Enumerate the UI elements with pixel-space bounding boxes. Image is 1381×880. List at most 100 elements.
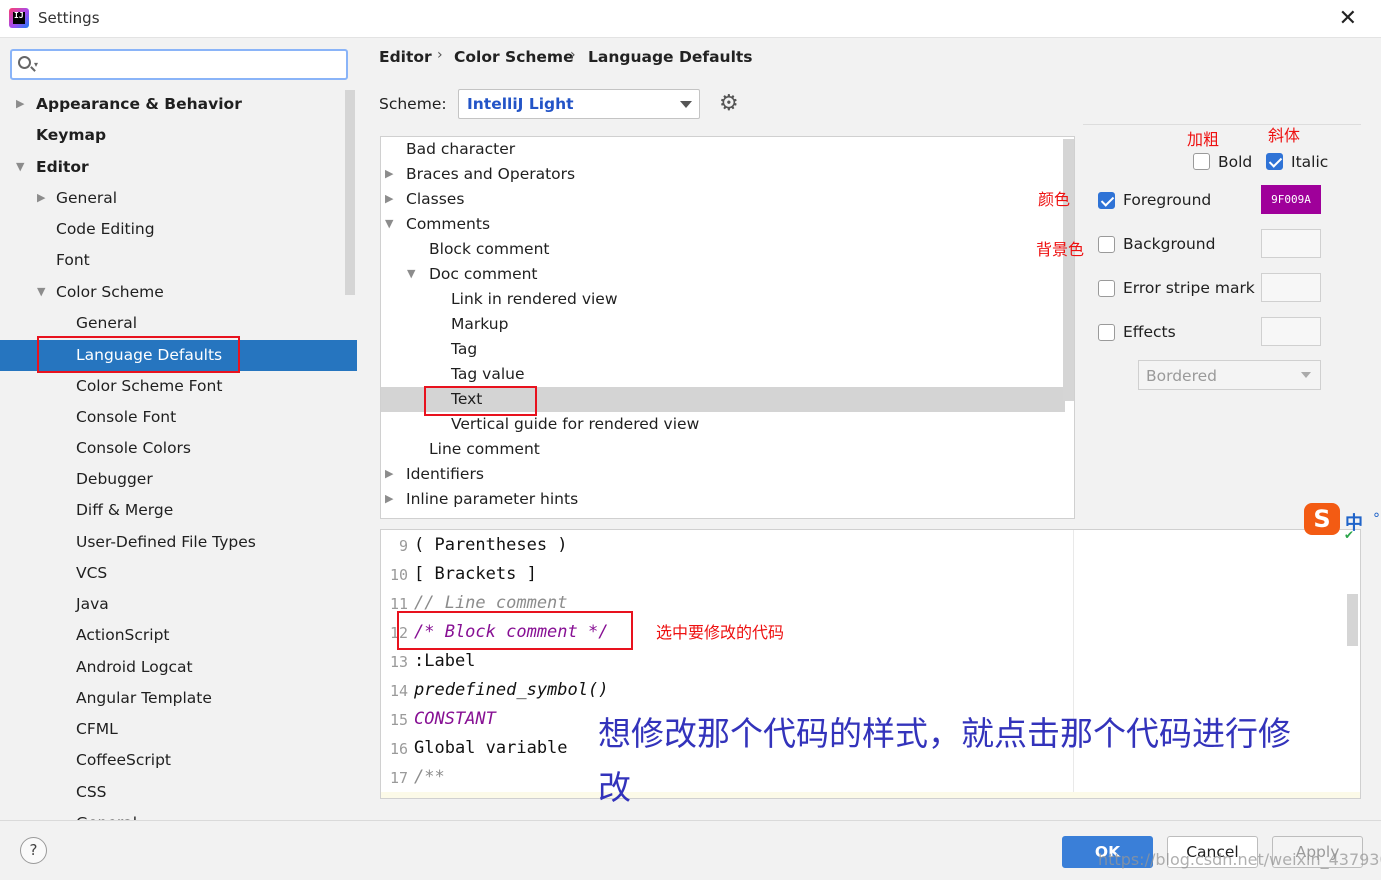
sidebar-item-appearance-behavior[interactable]: Appearance & Behavior [36, 89, 242, 120]
foreground-checkbox[interactable] [1098, 192, 1115, 209]
sidebar-item-css[interactable]: CSS [76, 777, 107, 808]
code-line[interactable]: CONSTANT [414, 709, 496, 729]
sidebar-item-code-editing[interactable]: Code Editing [56, 214, 155, 245]
attribute-tag[interactable]: Tag [451, 337, 477, 362]
bold-checkbox[interactable] [1193, 153, 1210, 170]
expand-arrow-icon[interactable]: ▶ [385, 167, 393, 180]
sidebar-item-console-colors[interactable]: Console Colors [76, 433, 191, 464]
breadcrumb-separator: › [570, 47, 576, 63]
sidebar-item-general[interactable]: General [56, 183, 117, 214]
italic-label: Italic [1291, 153, 1329, 171]
line-number: 10 [389, 566, 408, 584]
code-line[interactable]: // Line comment [414, 593, 568, 613]
attribute-tree-scrollbar[interactable] [1063, 139, 1074, 401]
search-input[interactable]: ▾ [10, 49, 348, 80]
expand-arrow-icon[interactable]: ▶ [385, 467, 393, 480]
checkmark-icon: ✔ [1344, 528, 1355, 542]
annotation-color: 颜色 [1038, 190, 1071, 209]
sidebar-item-android-logcat[interactable]: Android Logcat [76, 652, 193, 683]
foreground-label: Foreground [1123, 191, 1212, 209]
code-line[interactable]: :Label [414, 651, 475, 671]
effects-type-dropdown[interactable]: Bordered [1138, 360, 1321, 390]
chevron-down-icon [1301, 372, 1311, 378]
code-line[interactable]: [ Brackets ] [414, 564, 537, 584]
line-number: 17 [389, 769, 408, 787]
sidebar-item-vcs[interactable]: VCS [76, 558, 107, 589]
background-checkbox[interactable] [1098, 236, 1115, 253]
intellij-logo-icon: IJ [9, 8, 29, 28]
attribute-bad-character[interactable]: Bad character [406, 137, 515, 162]
error-stripe-checkbox[interactable] [1098, 280, 1115, 297]
sidebar-item-angular-template[interactable]: Angular Template [76, 683, 212, 714]
italic-checkbox[interactable] [1266, 153, 1283, 170]
code-line[interactable]: predefined_symbol() [414, 680, 608, 700]
gear-icon[interactable]: ⚙ [719, 93, 739, 115]
watermark: https://blog.csdn.net/weixin_43793092 [1098, 850, 1381, 869]
collapse-arrow-icon[interactable]: ▼ [385, 217, 393, 230]
breadcrumb-language-defaults: Language Defaults [588, 48, 753, 66]
expand-arrow-icon[interactable]: ▶ [37, 191, 45, 204]
attribute-braces-operators[interactable]: Braces and Operators [406, 162, 575, 187]
attribute-markup[interactable]: Markup [451, 312, 508, 337]
sidebar-item-font[interactable]: Font [56, 245, 90, 276]
chevron-down-icon [680, 101, 692, 108]
sidebar-item-console-font[interactable]: Console Font [76, 402, 176, 433]
expand-arrow-icon[interactable]: ▶ [16, 97, 24, 110]
close-icon[interactable]: ✕ [1339, 6, 1357, 31]
code-line[interactable]: ( Parentheses ) [414, 535, 568, 555]
breadcrumb-editor[interactable]: Editor [379, 48, 432, 66]
foreground-color-swatch[interactable]: 9F009A [1261, 185, 1321, 214]
effects-color-swatch[interactable] [1261, 317, 1321, 346]
help-button[interactable]: ? [20, 837, 47, 864]
scheme-label: Scheme: [379, 95, 447, 113]
sidebar-item-cfml[interactable]: CFML [76, 714, 118, 745]
sidebar-item-diff-merge[interactable]: Diff & Merge [76, 495, 173, 526]
ime-logo-icon[interactable]: S [1304, 503, 1340, 535]
attribute-inline-parameter-hints[interactable]: Inline parameter hints [406, 487, 578, 512]
code-line[interactable]: Global variable [414, 738, 568, 758]
annotation-instruction: 想修改那个代码的样式，就点击那个代码进行修改 [598, 714, 1291, 807]
attribute-doc-comment[interactable]: Doc comment [429, 262, 538, 287]
annotation-select-code: 选中要修改的代码 [656, 623, 785, 642]
attribute-tag-value[interactable]: Tag value [451, 362, 525, 387]
sidebar-item-color-scheme-font[interactable]: Color Scheme Font [76, 371, 222, 402]
sidebar-item-keymap[interactable]: Keymap [36, 120, 106, 151]
sidebar-item-color-scheme[interactable]: Color Scheme [56, 277, 164, 308]
attribute-line-comment[interactable]: Line comment [429, 437, 540, 462]
effects-type-value: Bordered [1146, 367, 1217, 385]
collapse-arrow-icon[interactable]: ▼ [407, 267, 415, 280]
ime-punctuation-icon: ° [1373, 511, 1380, 527]
expand-arrow-icon[interactable]: ▶ [385, 192, 393, 205]
background-color-swatch[interactable] [1261, 229, 1321, 258]
sidebar-item-actionscript[interactable]: ActionScript [76, 620, 170, 651]
error-stripe-color-swatch[interactable] [1261, 273, 1321, 302]
collapse-arrow-icon[interactable]: ▼ [37, 285, 45, 298]
breadcrumb-color-scheme[interactable]: Color Scheme [454, 48, 574, 66]
chevron-down-icon: ▾ [34, 60, 39, 69]
expand-arrow-icon[interactable]: ▶ [385, 492, 393, 505]
attribute-classes[interactable]: Classes [406, 187, 464, 212]
effects-checkbox[interactable] [1098, 324, 1115, 341]
bold-label: Bold [1218, 153, 1253, 171]
sidebar-item-general-partial[interactable]: General [76, 808, 137, 820]
collapse-arrow-icon[interactable]: ▼ [16, 160, 24, 173]
scheme-dropdown[interactable]: IntelliJ Light [458, 89, 700, 119]
background-label: Background [1123, 235, 1216, 253]
attribute-comments[interactable]: Comments [406, 212, 490, 237]
sidebar-item-java[interactable]: Java [76, 589, 109, 620]
attribute-block-comment[interactable]: Block comment [429, 237, 550, 262]
sidebar-scrollbar[interactable] [345, 90, 355, 295]
sidebar-item-color-scheme-general[interactable]: General [76, 308, 137, 339]
preview-scrollbar[interactable] [1347, 594, 1358, 646]
title-bar: IJ Settings ✕ [0, 0, 1381, 38]
sidebar-item-coffeescript[interactable]: CoffeeScript [76, 745, 171, 776]
sidebar-item-debugger[interactable]: Debugger [76, 464, 153, 495]
annotation-bold: 加粗 [1187, 130, 1220, 149]
attribute-tree: Bad character ▶ Braces and Operators ▶ C… [380, 136, 1075, 519]
attribute-link-rendered-view[interactable]: Link in rendered view [451, 287, 618, 312]
attribute-identifiers[interactable]: Identifiers [406, 462, 484, 487]
code-line[interactable]: /** [414, 767, 445, 787]
effects-label: Effects [1123, 323, 1176, 341]
sidebar-item-user-defined-file-types[interactable]: User-Defined File Types [76, 527, 256, 558]
sidebar-item-editor[interactable]: Editor [36, 152, 89, 183]
